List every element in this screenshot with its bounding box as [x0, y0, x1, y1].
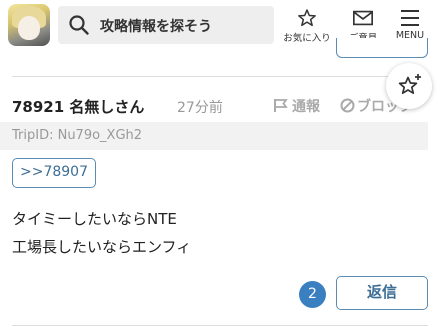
hamburger-icon: [401, 10, 419, 26]
comment-timestamp: 27分前: [177, 100, 223, 116]
previous-reply-button[interactable]: [336, 38, 428, 58]
comment-divider-bottom: [12, 325, 428, 326]
comment-author: 78921 名無しさん: [12, 98, 145, 116]
star-icon: [298, 9, 316, 27]
site-logo[interactable]: [8, 4, 50, 46]
reply-anchor-link[interactable]: >>78907: [12, 158, 96, 188]
logo-face: [18, 16, 40, 40]
flag-icon: [274, 99, 288, 112]
search-placeholder: 攻略情報を探そう: [100, 19, 212, 35]
trip-id: TripID: Nu79o_XGh2: [12, 128, 143, 143]
comment-body-line: 工場長したいならエンフィ: [12, 238, 192, 256]
reply-count-badge[interactable]: 2: [299, 281, 326, 308]
favorites-button[interactable]: お気に入り: [279, 6, 335, 46]
comment-divider-top: [12, 76, 428, 77]
comment-body-line: タイミーしたいならNTE: [12, 210, 177, 228]
trip-id-bar: TripID: Nu79o_XGh2: [0, 122, 428, 150]
block-icon: [340, 98, 355, 113]
search-bar[interactable]: 攻略情報を探そう: [58, 6, 274, 44]
search-icon: [68, 14, 90, 40]
star-plus-icon: [398, 74, 421, 95]
report-button[interactable]: 通報: [273, 96, 320, 116]
favorites-label: お気に入り: [283, 33, 331, 44]
mail-icon: [353, 10, 373, 26]
report-label: 通報: [292, 99, 320, 115]
floating-favorite-button[interactable]: [386, 63, 432, 109]
reply-button[interactable]: 返信: [336, 276, 428, 310]
